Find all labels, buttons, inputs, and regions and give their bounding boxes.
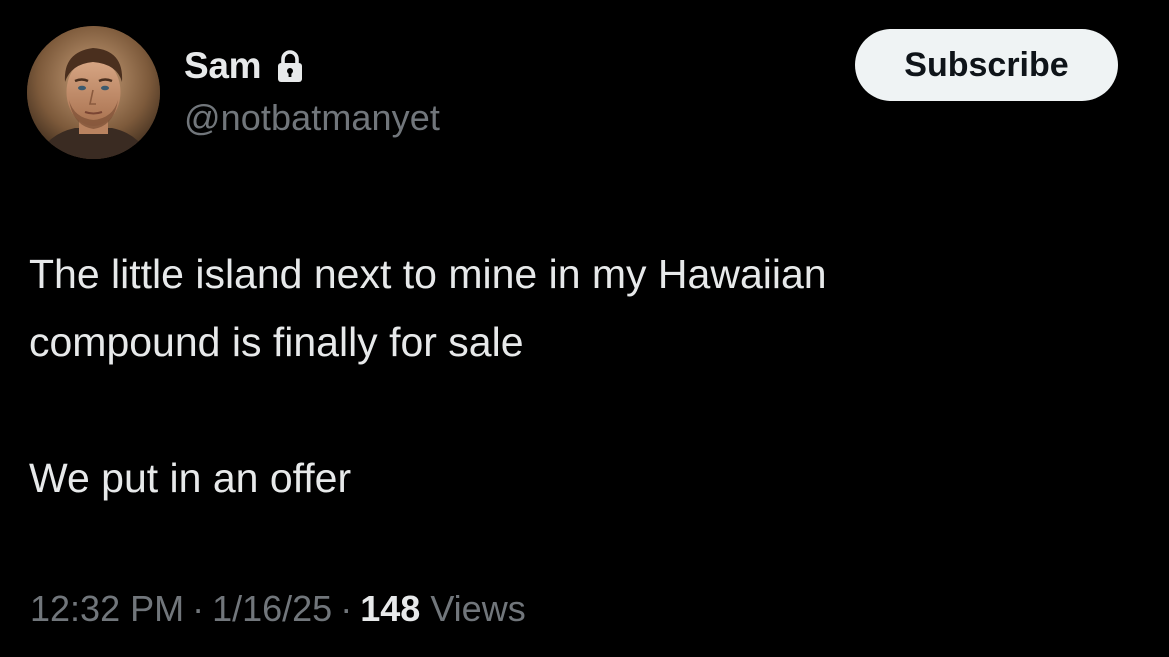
views-label: Views [430, 588, 526, 629]
author-handle[interactable]: @notbatmanyet [184, 97, 440, 139]
subscribe-button[interactable]: Subscribe [855, 29, 1118, 101]
tweet-text: The little island next to mine in my Haw… [29, 240, 1129, 512]
tweet-text-line: compound is finally for sale [29, 319, 524, 365]
views-count[interactable]: 148 [360, 588, 420, 629]
tweet-card: Sam @notbatmanyet Subscribe The little i… [0, 0, 1169, 657]
tweet-date[interactable]: 1/16/25 [212, 588, 332, 629]
profile-photo-icon [27, 26, 160, 159]
author-name-row: Sam [184, 44, 305, 88]
tweet-text-line: The little island next to mine in my Haw… [29, 251, 827, 297]
tweet-text-line: We put in an offer [29, 455, 352, 501]
meta-separator: · [192, 588, 205, 629]
avatar[interactable] [27, 26, 160, 159]
tweet-meta: 12:32 PM · 1/16/25 · 148 Views [30, 588, 526, 630]
tweet-time[interactable]: 12:32 PM [30, 588, 184, 629]
author-display-name[interactable]: Sam [184, 45, 262, 87]
meta-separator: · [340, 588, 353, 629]
lock-icon [275, 49, 305, 83]
